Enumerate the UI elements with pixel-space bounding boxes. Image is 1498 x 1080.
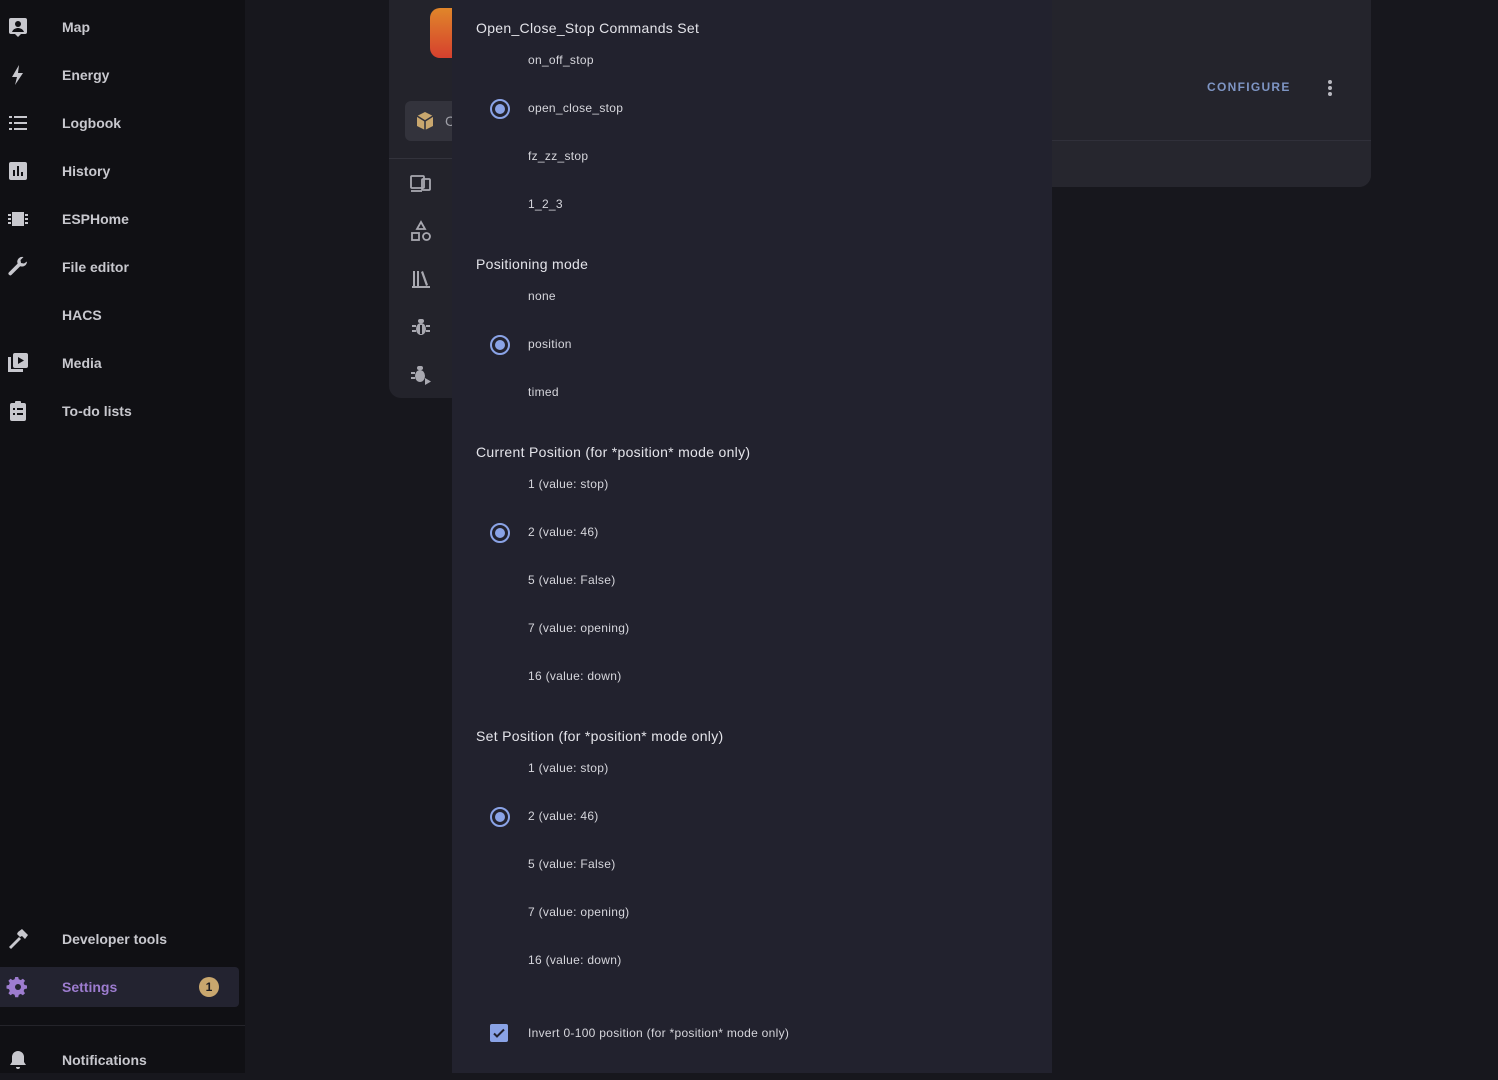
device-panel: C	[389, 0, 460, 398]
radio-label: 1_2_3	[528, 197, 563, 211]
sidebar-item-map[interactable]: Map	[0, 7, 239, 47]
radio-label: 2 (value: 46)	[528, 525, 599, 539]
radio-label: fz_zz_stop	[528, 149, 589, 163]
radio-option[interactable]: 1 (value: stop)	[476, 461, 1036, 509]
radio-option[interactable]: fz_zz_stop	[476, 133, 1036, 181]
radio-label: none	[528, 289, 556, 303]
wrench-icon	[6, 255, 30, 279]
sidebar-item-settings[interactable]: Settings 1	[0, 967, 239, 1007]
devices-icon[interactable]	[409, 171, 433, 195]
sidebar-item-label: Notifications	[62, 1052, 147, 1068]
sidebar-item-label: ESPHome	[62, 211, 129, 227]
radio-checked-icon[interactable]	[490, 807, 510, 827]
sidebar-item-energy[interactable]: Energy	[0, 55, 239, 95]
radio-label: open_close_stop	[528, 101, 624, 115]
sidebar-item-notifications[interactable]: Notifications	[0, 1040, 239, 1080]
radio-checked-icon[interactable]	[490, 335, 510, 355]
radio-label: 5 (value: False)	[528, 573, 616, 587]
radio-label: timed	[528, 385, 559, 399]
radio-option[interactable]: 1_2_3	[476, 181, 1036, 229]
list-icon	[6, 111, 30, 135]
check-icon	[493, 1028, 505, 1038]
sidebar-item-developer-tools[interactable]: Developer tools	[0, 919, 239, 959]
bug-play-icon[interactable]	[409, 363, 433, 387]
sidebar-item-logbook[interactable]: Logbook	[0, 103, 239, 143]
section-title-current-position: Current Position (for *position* mode on…	[476, 444, 751, 460]
radio-label: 7 (value: opening)	[528, 621, 630, 635]
radio-label: 16 (value: down)	[528, 669, 622, 683]
card-footer	[1040, 141, 1371, 187]
notification-badge: 1	[199, 977, 219, 997]
section-title-commands-set: Open_Close_Stop Commands Set	[476, 20, 700, 36]
radio-label: 1 (value: stop)	[528, 477, 609, 491]
sidebar-item-label: Logbook	[62, 115, 122, 131]
sidebar-item-esphome[interactable]: ESPHome	[0, 199, 239, 239]
sidebar-item-hacs[interactable]: HACS	[0, 295, 239, 335]
radio-checked-icon[interactable]	[490, 523, 510, 543]
shapes-icon[interactable]	[409, 219, 433, 243]
radio-option-selected[interactable]: open_close_stop	[476, 85, 1036, 133]
lightning-icon	[6, 63, 30, 87]
configure-button[interactable]: CONFIGURE	[1207, 80, 1291, 94]
radio-option[interactable]: 7 (value: opening)	[476, 605, 1036, 653]
sidebar-item-label: File editor	[62, 259, 129, 275]
radio-option[interactable]: 16 (value: down)	[476, 653, 1036, 701]
radio-label: 2 (value: 46)	[528, 809, 599, 823]
invert-position-checkbox[interactable]	[490, 1024, 508, 1042]
sidebar-item-label: To-do lists	[62, 403, 132, 419]
radio-label: 1 (value: stop)	[528, 761, 609, 775]
radio-option[interactable]: 5 (value: False)	[476, 841, 1036, 889]
radio-label: on_off_stop	[528, 53, 594, 67]
radio-option-selected[interactable]: 2 (value: 46)	[476, 509, 1036, 557]
hammer-icon	[6, 927, 30, 951]
sidebar-item-label: History	[62, 163, 111, 179]
chip-icon	[6, 207, 30, 231]
play-box-icon	[6, 351, 30, 375]
map-icon	[6, 15, 30, 39]
radio-option[interactable]: none	[476, 273, 1036, 321]
sidebar-item-label: Energy	[62, 67, 110, 83]
radio-option[interactable]: 1 (value: stop)	[476, 745, 1036, 793]
device-card: CONFIGURE	[1040, 0, 1371, 187]
radio-option[interactable]: 7 (value: opening)	[476, 889, 1036, 937]
sidebar: Map Energy Logbook History ESPHome File …	[0, 0, 245, 1073]
sidebar-item-todo[interactable]: To-do lists	[0, 391, 239, 431]
radio-checked-icon[interactable]	[490, 99, 510, 119]
sidebar-item-label: Developer tools	[62, 931, 168, 947]
radio-option-selected[interactable]: position	[476, 321, 1036, 369]
radio-label: 7 (value: opening)	[528, 905, 630, 919]
sidebar-item-label: Map	[62, 19, 90, 35]
sidebar-divider	[0, 1025, 245, 1026]
more-vertical-icon[interactable]	[1322, 76, 1338, 100]
sidebar-item-label: Settings	[62, 979, 118, 995]
sidebar-item-file-editor[interactable]: File editor	[0, 247, 239, 287]
library-icon[interactable]	[409, 267, 433, 291]
gear-icon	[6, 975, 30, 999]
radio-label: position	[528, 337, 572, 351]
sidebar-item-label: Media	[62, 355, 102, 371]
section-title-set-position: Set Position (for *position* mode only)	[476, 728, 724, 744]
bug-icon[interactable]	[409, 315, 433, 339]
radio-option[interactable]: on_off_stop	[476, 37, 1036, 85]
sidebar-item-label: HACS	[62, 307, 102, 323]
sidebar-item-history[interactable]: History	[0, 151, 239, 191]
radio-label: 5 (value: False)	[528, 857, 616, 871]
options-dialog: Open_Close_Stop Commands Set on_off_stop…	[452, 0, 1052, 1073]
radio-option[interactable]: timed	[476, 369, 1036, 417]
panel-divider	[389, 158, 459, 159]
selected-tab[interactable]: C	[405, 101, 459, 141]
bar-chart-icon	[6, 159, 30, 183]
radio-option-selected[interactable]: 2 (value: 46)	[476, 793, 1036, 841]
sidebar-item-media[interactable]: Media	[0, 343, 239, 383]
radio-option[interactable]: 16 (value: down)	[476, 937, 1036, 985]
radio-option[interactable]: 5 (value: False)	[476, 557, 1036, 605]
cube-icon	[413, 109, 437, 133]
bell-icon	[6, 1048, 30, 1072]
section-title-positioning-mode: Positioning mode	[476, 256, 589, 272]
invert-position-row[interactable]: Invert 0-100 position (for *position* mo…	[476, 1009, 1036, 1057]
clipboard-list-icon	[6, 399, 30, 423]
checkbox-label: Invert 0-100 position (for *position* mo…	[528, 1026, 790, 1040]
radio-label: 16 (value: down)	[528, 953, 622, 967]
